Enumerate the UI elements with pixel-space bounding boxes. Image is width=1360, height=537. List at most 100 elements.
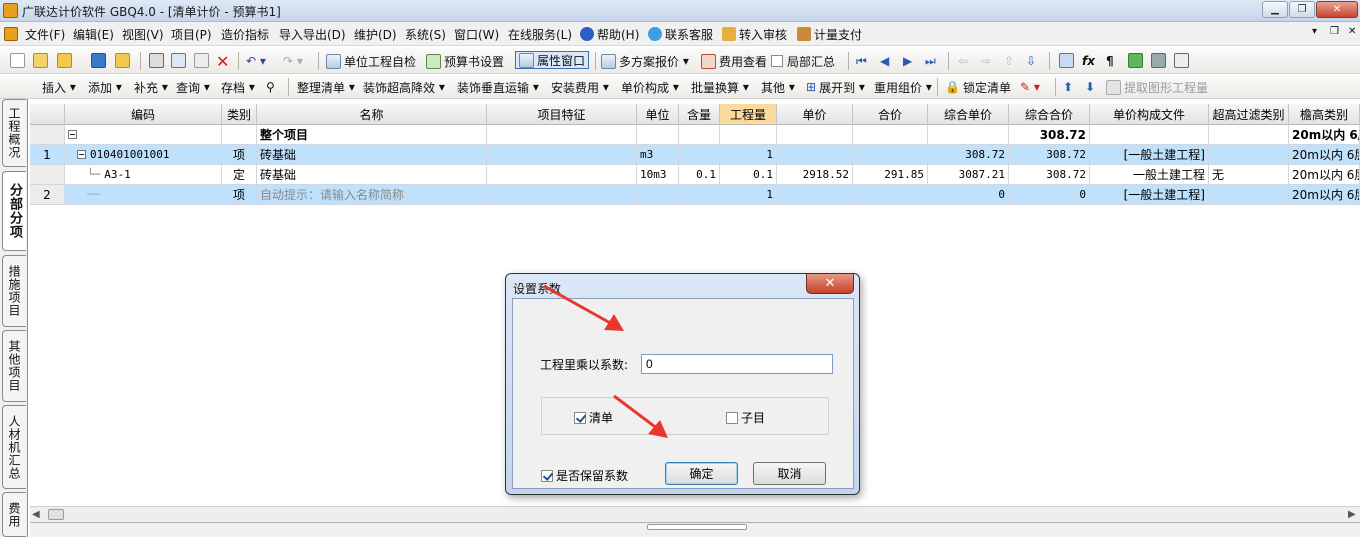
menu-file[interactable]: 文件(F) (25, 26, 65, 43)
collapse-icon[interactable] (77, 150, 86, 159)
batch-convert-dropdown[interactable]: 批量换算 ▾ (691, 78, 749, 96)
level-up-icon[interactable]: ⬆ (1063, 78, 1073, 96)
query-dropdown[interactable]: 查询 ▾ (176, 78, 210, 96)
menu-view[interactable]: 视图(V) (122, 26, 164, 43)
menu-edit[interactable]: 编辑(E) (73, 26, 114, 43)
delete-icon[interactable]: ✕ (216, 52, 229, 71)
content-cell[interactable] (679, 185, 720, 205)
keep-coefficient-option[interactable]: 是否保留系数 (541, 467, 628, 484)
prev-record-icon[interactable]: ◀ (880, 52, 889, 70)
quantity-cell[interactable] (720, 125, 777, 145)
new-icon[interactable] (10, 53, 25, 68)
mdi-restore-icon[interactable]: ❐ (1330, 26, 1339, 37)
column-header-content[interactable]: 含量 (679, 104, 720, 125)
fee-view-button[interactable]: 费用查看 (701, 52, 767, 70)
report-icon[interactable] (1174, 53, 1189, 68)
column-header-name[interactable]: 名称 (257, 104, 487, 125)
next-record-icon[interactable]: ▶ (903, 52, 912, 70)
menu-payment[interactable]: 计量支付 (797, 26, 862, 43)
tab-sub-items[interactable]: 分部分项 (2, 171, 26, 251)
collapse-icon[interactable] (68, 130, 77, 139)
copy-icon[interactable] (171, 53, 186, 68)
amount-cell[interactable] (853, 185, 928, 205)
undo-icon[interactable]: ↶ ▾ (246, 52, 266, 70)
sum-total-cell[interactable]: 308.72 (1009, 145, 1090, 165)
lock-list-button[interactable]: 🔒 锁定清单 (945, 78, 1011, 96)
splitter-handle[interactable] (647, 524, 747, 530)
list-checkbox[interactable] (574, 411, 586, 424)
close-icon[interactable]: ✕ (1316, 1, 1358, 18)
column-header-height-filter[interactable]: 超高过滤类别 (1209, 104, 1289, 125)
table-row[interactable]: └─ A3-1 定 砖基础 10m3 0.1 0.1 2918.52 291.85… (30, 165, 1360, 185)
other-dropdown[interactable]: 其他 ▾ (761, 78, 795, 96)
sum-total-cell[interactable]: 308.72 (1009, 125, 1090, 145)
unit-total-cell[interactable]: 0 (928, 185, 1009, 205)
menu-maintain[interactable]: 维护(D) (354, 26, 397, 43)
tab-project-overview[interactable]: 工程概况 (2, 99, 26, 167)
column-header-amount[interactable]: 合价 (853, 104, 928, 125)
menu-online[interactable]: 在线服务(L) (508, 26, 572, 43)
cancel-button[interactable]: 取消 (753, 462, 826, 485)
minimize-icon[interactable]: ▁ (1262, 1, 1288, 18)
type-cell[interactable]: 定 (222, 165, 257, 185)
column-header-feature[interactable]: 项目特征 (487, 104, 637, 125)
eave-cell[interactable]: 20m以内 6层以内 (1289, 165, 1360, 185)
paste-icon[interactable] (194, 53, 209, 68)
expand-to-dropdown[interactable]: ⊞ 展开到 ▾ (806, 78, 865, 96)
property-window-button[interactable]: 属性窗口 (515, 51, 590, 69)
unit-total-cell[interactable] (928, 125, 1009, 145)
code-cell[interactable]: ── (65, 185, 222, 205)
multi-plan-button[interactable]: 多方案报价 ▾ (601, 52, 689, 70)
composition-file-cell[interactable]: 一般土建工程 (1090, 165, 1209, 185)
calculator-icon[interactable] (1059, 53, 1074, 68)
menu-audit[interactable]: 转入审核 (722, 26, 787, 43)
keep-coefficient-checkbox[interactable] (541, 469, 553, 482)
add-dropdown[interactable]: 添加 ▾ (88, 78, 122, 96)
save-all-icon[interactable] (115, 53, 130, 68)
column-header-quantity[interactable]: 工程量 (720, 104, 777, 125)
supplement-dropdown[interactable]: 补充 ▾ (134, 78, 168, 96)
composition-file-cell[interactable] (1090, 125, 1209, 145)
unit-cell[interactable]: 10m3 (637, 165, 679, 185)
menu-project[interactable]: 项目(P) (171, 26, 212, 43)
open-icon[interactable] (33, 53, 48, 68)
mdi-close-icon[interactable]: ✕ (1348, 26, 1356, 37)
eave-cell[interactable]: 20m以内 6层以内 (1289, 145, 1360, 165)
menu-import-export[interactable]: 导入导出(D) (279, 26, 346, 43)
column-header-composition-file[interactable]: 单价构成文件 (1090, 104, 1209, 125)
paragraph-icon[interactable]: ¶ (1106, 52, 1114, 70)
type-cell[interactable]: 项 (222, 185, 257, 205)
column-header-unit[interactable]: 单位 (637, 104, 679, 125)
amount-cell[interactable]: 291.85 (853, 165, 928, 185)
menu-cost-index[interactable]: 造价指标 (221, 26, 269, 43)
feature-cell[interactable] (487, 125, 637, 145)
content-cell[interactable] (679, 125, 720, 145)
feature-cell[interactable] (487, 165, 637, 185)
name-cell[interactable]: 砖基础 (257, 165, 487, 185)
insert-dropdown[interactable]: 插入 ▾ (42, 78, 76, 96)
tab-fees[interactable]: 费用 (2, 492, 26, 537)
list-checkbox-option[interactable]: 清单 (574, 409, 613, 426)
code-cell[interactable] (65, 125, 222, 145)
decoration-height-dropdown[interactable]: 装饰超高降效 ▾ (363, 78, 445, 96)
dialog-close-icon[interactable]: ✕ (806, 274, 854, 294)
type-cell[interactable] (222, 125, 257, 145)
menu-system[interactable]: 系统(S) (405, 26, 446, 43)
unit-cell[interactable] (637, 125, 679, 145)
code-cell[interactable]: 010401001001 (65, 145, 222, 165)
extract-graph-button[interactable]: 提取图形工程量 (1106, 78, 1208, 96)
price-cell[interactable]: 2918.52 (777, 165, 853, 185)
app-menu-icon[interactable] (4, 27, 18, 41)
price-cell[interactable] (777, 145, 853, 165)
unit-total-cell[interactable]: 308.72 (928, 145, 1009, 165)
column-header-type[interactable]: 类别 (222, 104, 257, 125)
tab-labor-material-summary[interactable]: 人材机汇总 (2, 405, 26, 489)
height-filter-cell[interactable] (1209, 125, 1289, 145)
self-check-button[interactable]: 单位工程自检 (326, 52, 416, 70)
column-header-price[interactable]: 单价 (777, 104, 853, 125)
column-header-eave[interactable]: 檐高类别 (1289, 104, 1360, 125)
color-fill-icon[interactable]: ✎ ▾ (1020, 78, 1040, 96)
eave-cell[interactable]: 20m以内 6层以内 (1289, 125, 1360, 145)
formula-icon[interactable]: fx (1082, 52, 1095, 70)
move-right-icon[interactable]: ⇨ (981, 52, 991, 70)
